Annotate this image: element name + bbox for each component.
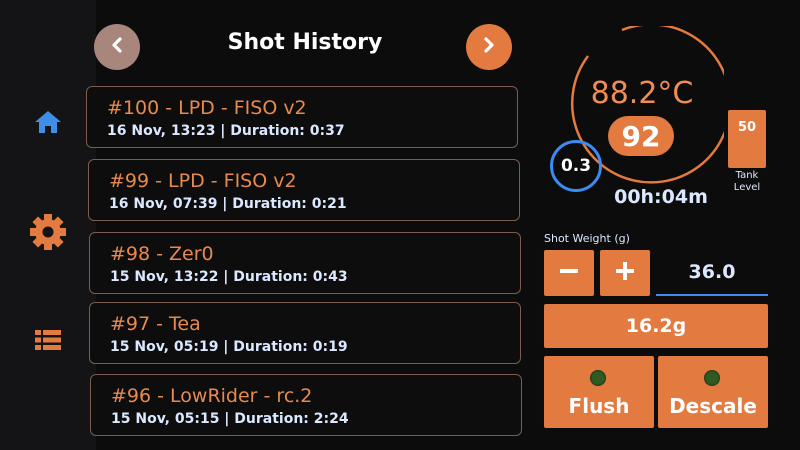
shot-name: #99 - LPD - FISO v2 <box>109 170 297 192</box>
shot-meta: 16 Nov, 13:23 | Duration: 0:37 <box>107 123 345 139</box>
shot-meta: 15 Nov, 05:15 | Duration: 2:24 <box>111 411 349 427</box>
list-item[interactable]: #97 - Tea 15 Nov, 05:19 | Duration: 0:19 <box>89 302 521 364</box>
shot-meta: 16 Nov, 07:39 | Duration: 0:21 <box>109 196 347 212</box>
shot-name: #96 - LowRider - rc.2 <box>111 385 313 407</box>
minus-icon <box>558 260 580 286</box>
shot-weight-input[interactable]: 36.0 <box>656 250 768 296</box>
pressure-gauge: 0.3 <box>550 140 602 192</box>
scale-reading-button[interactable]: 16.2g <box>544 304 768 348</box>
chevron-left-icon <box>108 36 126 58</box>
weight-decrease-button[interactable] <box>544 250 594 296</box>
home-icon[interactable] <box>28 102 68 142</box>
weight-increase-button[interactable] <box>600 250 650 296</box>
descale-status-led-icon <box>704 370 720 386</box>
flush-button[interactable]: Flush <box>544 356 654 428</box>
descale-button[interactable]: Descale <box>658 356 768 428</box>
tank-level-indicator: 50 <box>728 110 766 168</box>
shot-name: #98 - Zer0 <box>110 243 214 265</box>
shot-weight-label: Shot Weight (g) <box>544 232 630 245</box>
shot-name: #100 - LPD - FISO v2 <box>107 97 307 119</box>
shot-meta: 15 Nov, 13:22 | Duration: 0:43 <box>110 269 348 285</box>
list-item[interactable]: #99 - LPD - FISO v2 16 Nov, 07:39 | Dura… <box>88 159 520 221</box>
target-temperature-badge: 92 <box>608 116 674 156</box>
flush-status-led-icon <box>590 370 606 386</box>
gear-icon[interactable] <box>28 212 68 252</box>
tank-level-label: Tank Level <box>733 170 761 193</box>
sidebar <box>0 0 96 450</box>
list-item[interactable]: #98 - Zer0 15 Nov, 13:22 | Duration: 0:4… <box>89 232 521 294</box>
descale-button-label: Descale <box>669 394 757 418</box>
list-item[interactable]: #96 - LowRider - rc.2 15 Nov, 05:15 | Du… <box>90 374 522 436</box>
shot-name: #97 - Tea <box>110 313 201 335</box>
plus-icon <box>614 260 636 286</box>
temperature-readout: 88.2°C <box>590 76 694 111</box>
list-icon[interactable] <box>28 320 68 360</box>
next-page-button[interactable] <box>466 24 512 70</box>
list-item[interactable]: #100 - LPD - FISO v2 16 Nov, 13:23 | Dur… <box>86 86 518 148</box>
chevron-right-icon <box>480 36 498 58</box>
shot-meta: 15 Nov, 05:19 | Duration: 0:19 <box>110 339 348 355</box>
flush-button-label: Flush <box>568 394 630 418</box>
page-title: Shot History <box>227 30 383 55</box>
previous-page-button[interactable] <box>94 24 140 70</box>
brew-timer: 00h:04m <box>614 186 708 208</box>
